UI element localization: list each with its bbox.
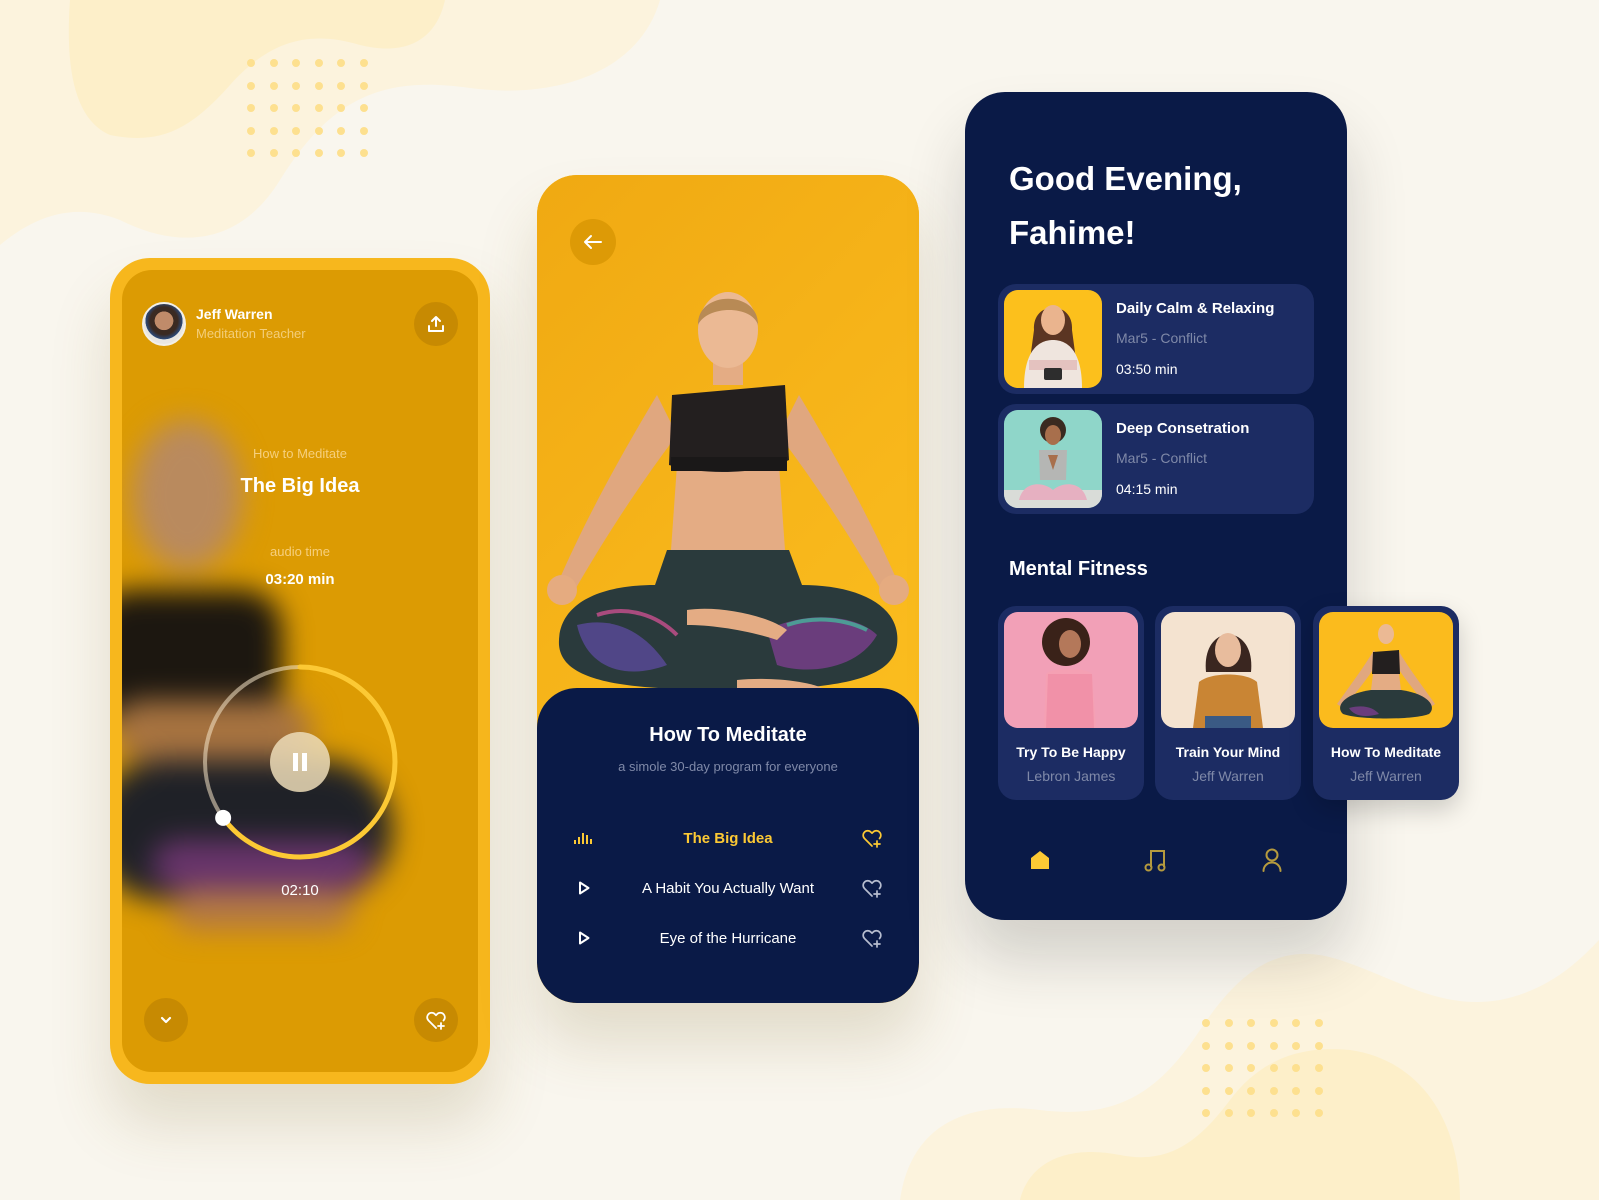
card-title: How To Meditate [1330, 744, 1442, 760]
nav-profile[interactable] [1252, 840, 1292, 880]
bottom-navigation [965, 840, 1347, 880]
greeting-line-1: Good Evening, [1009, 160, 1242, 197]
session-title: Daily Calm & Relaxing [1116, 300, 1275, 317]
episode-row[interactable]: The Big Idea [537, 823, 919, 853]
mental-fitness-card[interactable]: Train Your Mind Jeff Warren [1155, 606, 1301, 800]
share-button[interactable] [414, 302, 458, 346]
equalizer-icon [573, 828, 595, 848]
session-subtitle: Mar5 - Conflict [1116, 450, 1208, 466]
session-duration: 03:50 min [1116, 361, 1178, 377]
meditating-woman-photo [547, 292, 909, 695]
session-card[interactable]: Daily Calm & Relaxing Mar5 - Conflict 03… [998, 284, 1314, 394]
card-thumbnail [1161, 612, 1295, 728]
session-title: Deep Consetration [1116, 420, 1250, 437]
collapse-button[interactable] [144, 998, 188, 1042]
greeting-line-2: Fahime! [1009, 214, 1136, 251]
session-duration: 04:15 min [1116, 481, 1178, 497]
home-screen: Good Evening, Fahime! Daily Calm & Relax… [965, 92, 1459, 920]
heart-plus-icon[interactable] [861, 827, 883, 849]
audio-time-value: 03:20 min [265, 571, 335, 588]
play-icon[interactable] [573, 928, 595, 948]
elapsed-time: 02:10 [281, 882, 319, 899]
card-thumbnail [1319, 612, 1453, 728]
card-author: Lebron James [1026, 768, 1116, 784]
dot-grid-bottom-right [1202, 1019, 1323, 1117]
heart-plus-icon[interactable] [861, 927, 883, 949]
program-details-panel: How To Meditate a simole 30-day program … [537, 688, 919, 1003]
teacher-role: Meditation Teacher [196, 326, 306, 341]
arrow-left-icon [584, 235, 602, 249]
music-note-icon [1144, 850, 1166, 872]
card-author: Jeff Warren [1350, 768, 1422, 784]
track-meta: How to Meditate The Big Idea audio time … [122, 446, 478, 588]
player-screen-inner: Jeff Warren Meditation Teacher How to Me… [122, 270, 478, 1072]
nav-music[interactable] [1135, 840, 1175, 880]
episode-title: A Habit You Actually Want [641, 879, 815, 897]
home-icon [1031, 851, 1049, 869]
program-screen: How To Meditate a simole 30-day program … [537, 175, 919, 1003]
teacher-name: Jeff Warren [196, 306, 273, 322]
section-title: Mental Fitness [1009, 558, 1148, 580]
pause-button[interactable] [270, 732, 330, 792]
user-profile-icon [1262, 848, 1282, 872]
favorite-button[interactable] [414, 998, 458, 1042]
mental-fitness-card[interactable]: How To Meditate Jeff Warren [1313, 606, 1459, 800]
share-upload-icon [428, 316, 444, 332]
chevron-down-icon [160, 1016, 172, 1024]
session-subtitle: Mar5 - Conflict [1116, 330, 1208, 346]
program-subtitle: a simole 30-day program for everyone [618, 759, 838, 774]
player-screen: Jeff Warren Meditation Teacher How to Me… [110, 258, 490, 1084]
greeting: Good Evening, Fahime! [1009, 152, 1242, 260]
mental-fitness-card[interactable]: Try To Be Happy Lebron James [998, 606, 1144, 800]
audio-time-label: audio time [270, 544, 330, 559]
program-hero-image [537, 175, 919, 715]
track-series: How to Meditate [253, 446, 347, 461]
back-button[interactable] [570, 219, 616, 265]
teacher-info[interactable]: Jeff Warren Meditation Teacher [142, 302, 306, 346]
session-thumbnail [1004, 410, 1102, 508]
progress-ring-handle [215, 809, 232, 826]
heart-plus-icon [426, 1011, 446, 1030]
heart-plus-icon[interactable] [861, 877, 883, 899]
session-thumbnail [1004, 290, 1102, 388]
track-title: The Big Idea [240, 475, 360, 497]
card-title: Train Your Mind [1175, 744, 1281, 760]
pause-icon [293, 753, 307, 771]
dot-grid-top-left [247, 59, 368, 157]
teacher-avatar [142, 302, 186, 346]
episode-row[interactable]: A Habit You Actually Want [537, 873, 919, 903]
episode-title: Eye of the Hurricane [659, 929, 797, 947]
card-author: Jeff Warren [1192, 768, 1264, 784]
episode-title: The Big Idea [683, 829, 773, 847]
program-title: How To Meditate [649, 724, 807, 746]
episode-row[interactable]: Eye of the Hurricane [537, 923, 919, 953]
card-title: Try To Be Happy [1016, 744, 1126, 760]
session-card[interactable]: Deep Consetration Mar5 - Conflict 04:15 … [998, 404, 1314, 514]
play-icon[interactable] [573, 878, 595, 898]
nav-home[interactable] [1020, 840, 1060, 880]
card-thumbnail [1004, 612, 1138, 728]
